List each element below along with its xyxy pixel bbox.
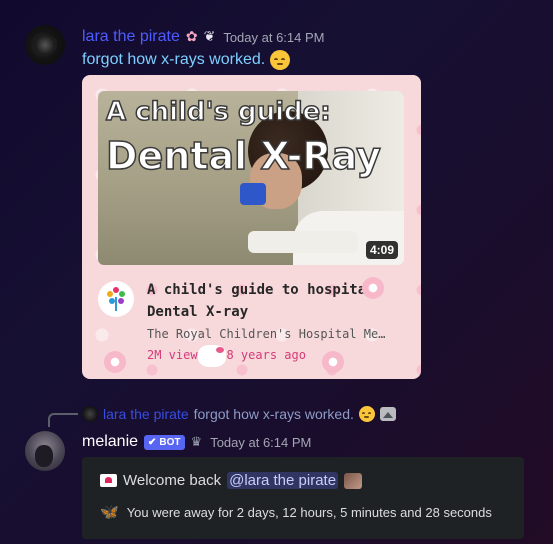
butterfly-icon: 🦋 xyxy=(100,504,119,521)
timestamp: Today at 6:14 PM xyxy=(210,434,312,450)
custom-emoji-icon xyxy=(344,472,363,489)
bite-block-image xyxy=(240,183,266,205)
pensive-face-icon xyxy=(358,406,375,422)
reply-connector xyxy=(48,413,78,427)
video-thumbnail[interactable]: A child's guide: Dental X-Ray 4:09 xyxy=(98,91,404,265)
bot-tag: ✔ BOT xyxy=(144,434,185,450)
reply-preview[interactable]: lara the pirate forgot how x-rays worked… xyxy=(82,404,396,424)
kitty-decoration-icon xyxy=(198,345,226,367)
message-header: lara the pirate ✿ ❦ Today at 6:14 PM xyxy=(82,26,324,48)
flower-decoration-icon xyxy=(322,351,344,373)
timestamp: Today at 6:14 PM xyxy=(223,29,325,45)
channel-logo[interactable] xyxy=(98,281,134,317)
bot-embed: Welcome back @lara the pirate 🦋 You were… xyxy=(82,457,524,539)
message-content: forgot how x-rays worked. xyxy=(82,50,291,70)
sprout-icon: ❦ xyxy=(203,29,216,45)
thumbnail-caption-big: Dental X-Ray xyxy=(105,134,381,178)
check-icon: ✔ xyxy=(148,436,157,448)
video-duration: 4:09 xyxy=(365,241,398,259)
machine-arm-image xyxy=(248,231,358,253)
flower-decoration-icon xyxy=(104,351,126,373)
image-icon xyxy=(379,407,396,421)
away-text: You were away for 2 days, 12 hours, 5 mi… xyxy=(126,504,492,520)
love-letter-icon xyxy=(100,474,117,487)
avatar[interactable] xyxy=(25,431,65,471)
pensive-face-icon xyxy=(270,50,291,70)
avatar[interactable] xyxy=(25,25,65,65)
tree-icon xyxy=(105,287,127,311)
welcome-line: Welcome back @lara the pirate xyxy=(100,472,363,489)
thumbnail-caption-small: A child's guide: xyxy=(105,97,331,127)
message-text: forgot how x-rays worked. xyxy=(82,51,266,68)
thumbnail-caption: A child's guide: Dental X-Ray xyxy=(105,97,381,178)
user-mention[interactable]: @lara the pirate xyxy=(227,472,339,489)
flower-icon: ✿ xyxy=(185,29,198,45)
reply-avatar xyxy=(82,406,98,422)
video-meta: 2M views • 8 years ago xyxy=(147,348,306,362)
message-header: melanie ✔ BOT ♛ Today at 6:14 PM xyxy=(82,431,311,453)
welcome-text: Welcome back xyxy=(123,472,222,489)
reply-text: forgot how x-rays worked. xyxy=(193,406,354,422)
channel-name[interactable]: The Royal Children's Hospital Mel... xyxy=(147,327,387,341)
video-embed: A child's guide: Dental X-Ray 4:09 A chi… xyxy=(82,75,421,379)
username[interactable]: lara the pirate xyxy=(82,28,180,46)
username[interactable]: melanie xyxy=(82,433,138,451)
bot-tag-label: BOT xyxy=(159,436,181,448)
away-line: 🦋 You were away for 2 days, 12 hours, 5 … xyxy=(100,503,492,521)
reply-username[interactable]: lara the pirate xyxy=(103,406,189,422)
flower-decoration-icon xyxy=(362,277,384,299)
crown-icon: ♛ xyxy=(190,434,203,450)
